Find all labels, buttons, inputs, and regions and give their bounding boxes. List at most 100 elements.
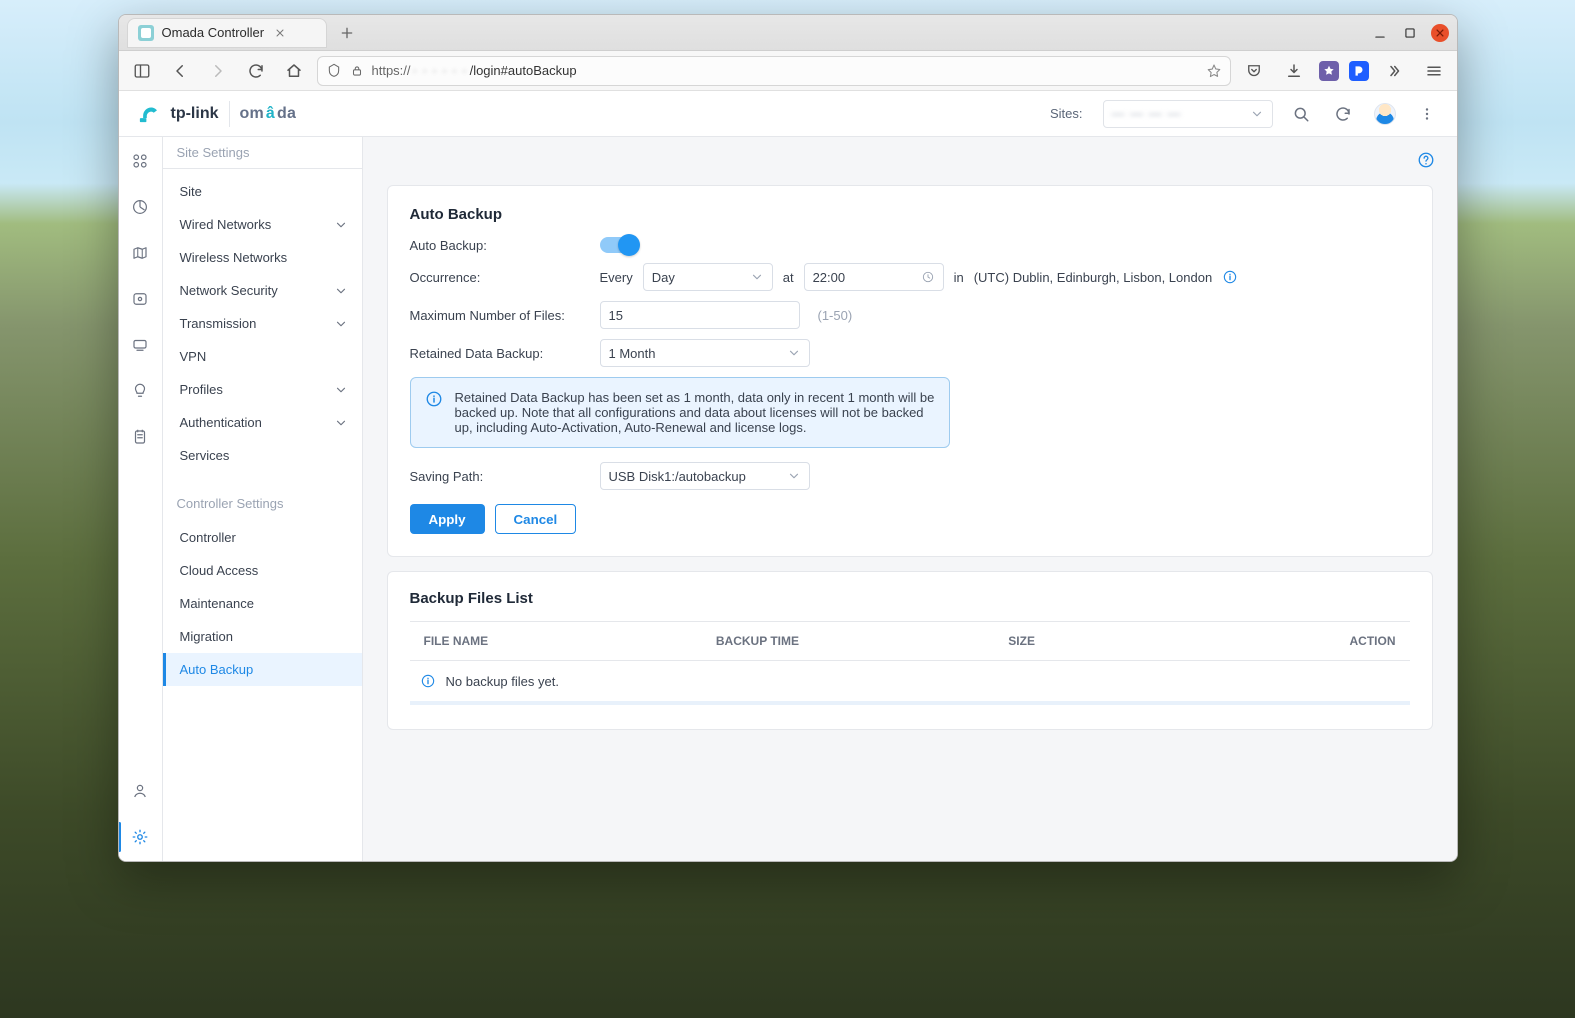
select-value: Day [652,270,675,285]
sidebar-item-label: Services [180,448,230,463]
rail-insight-icon[interactable] [126,377,154,405]
sidebar-item-migration[interactable]: Migration [163,620,362,653]
window-close-icon[interactable] [1431,24,1449,42]
forward-icon[interactable] [203,56,233,86]
row-max-files: Maximum Number of Files: 15 (1-50) [410,301,1410,329]
rail-admin-icon[interactable] [126,777,154,805]
window-minimize-icon[interactable] [1371,24,1389,42]
select-retained[interactable]: 1 Month [600,339,810,367]
brand-text: tp-link [171,105,219,123]
sidebar-item-profiles[interactable]: Profiles [163,373,362,406]
sidebar-item-label: Transmission [180,316,257,331]
rail-log-icon[interactable] [126,423,154,451]
sidebar: Site Settings Site Wired Networks Wirele… [163,137,363,861]
sidebar-item-auto-backup[interactable]: Auto Backup [163,653,362,686]
input-max-files[interactable]: 15 [600,301,800,329]
col-action: ACTION [1206,634,1396,648]
nav-rail [119,137,163,861]
sidebar-item-label: Authentication [180,415,262,430]
brand-separator [229,101,230,127]
sidebar-item-vpn[interactable]: VPN [163,340,362,373]
sidebar-item-wired-networks[interactable]: Wired Networks [163,208,362,241]
site-selected: — — — — [1112,106,1182,121]
info-icon[interactable] [1222,269,1238,285]
pocket-icon[interactable] [1239,56,1269,86]
chevron-down-icon [334,383,348,397]
avatar[interactable] [1371,100,1399,128]
page-title: Auto Backup [410,206,1410,223]
rail-dashboard-icon[interactable] [126,147,154,175]
url-bar[interactable]: https:// · · · · · · /login#autoBackup [317,56,1231,86]
rail-statistics-icon[interactable] [126,193,154,221]
row-occurrence: Occurrence: Every Day at 22:00 [410,263,1410,291]
chevron-down-icon [334,284,348,298]
back-icon[interactable] [165,56,195,86]
table-empty: No backup files yet. [410,661,1410,705]
tab-close-icon[interactable] [272,25,288,41]
search-icon[interactable] [1287,100,1315,128]
rail-clients-icon[interactable] [126,331,154,359]
content-header [363,137,1457,171]
sidebar-item-label: Controller [180,530,236,545]
bookmark-icon[interactable] [1206,63,1222,79]
chevron-down-icon [334,317,348,331]
col-file: FILE NAME [424,634,708,648]
overflow-icon[interactable] [1379,56,1409,86]
app-menu-icon[interactable] [1419,56,1449,86]
url-host: · · · · · · [413,63,468,78]
permissions-icon[interactable] [326,63,342,79]
rail-devices-icon[interactable] [126,285,154,313]
time-input[interactable]: 22:00 [804,263,944,291]
col-time: BACKUP TIME [716,634,1000,648]
cancel-button[interactable]: Cancel [495,504,577,534]
sidebar-item-label: Network Security [180,283,278,298]
input-value: 15 [609,308,623,323]
sidebar-toggle-icon[interactable] [127,56,157,86]
help-icon[interactable] [1415,149,1437,171]
browser-toolbar: https:// · · · · · · /login#autoBackup [119,51,1457,91]
sidebar-item-maintenance[interactable]: Maintenance [163,587,362,620]
rail-map-icon[interactable] [126,239,154,267]
sidebar-item-transmission[interactable]: Transmission [163,307,362,340]
sidebar-item-wireless-networks[interactable]: Wireless Networks [163,241,362,274]
extension-badge-blue[interactable] [1349,61,1369,81]
refresh-icon[interactable] [1329,100,1357,128]
hint-range: (1-50) [818,308,853,323]
info-text: Retained Data Backup has been set as 1 m… [455,390,935,435]
sidebar-item-label: Migration [180,629,233,644]
lock-icon[interactable] [350,64,364,78]
sidebar-item-label: Maintenance [180,596,254,611]
empty-text: No backup files yet. [446,674,559,689]
favicon-icon [138,25,154,41]
site-select[interactable]: — — — — [1103,100,1273,128]
download-icon[interactable] [1279,56,1309,86]
select-value: 1 Month [609,346,656,361]
browser-tab[interactable]: Omada Controller [127,18,327,48]
omada-logo: omâda [240,105,297,123]
rail-settings-icon[interactable] [126,823,154,851]
select-value: USB Disk1:/autobackup [609,469,746,484]
toolbar-right [1239,56,1449,86]
extension-badge-purple[interactable] [1319,61,1339,81]
sidebar-item-site[interactable]: Site [163,175,362,208]
toggle-auto-backup[interactable] [600,237,638,253]
kebab-icon[interactable] [1413,100,1441,128]
sidebar-item-services[interactable]: Services [163,439,362,472]
sidebar-item-cloud-access[interactable]: Cloud Access [163,554,362,587]
sidebar-item-network-security[interactable]: Network Security [163,274,362,307]
sidebar-item-controller[interactable]: Controller [163,521,362,554]
window-maximize-icon[interactable] [1401,24,1419,42]
select-saving-path[interactable]: USB Disk1:/autobackup [600,462,810,490]
url-text: https:// · · · · · · /login#autoBackup [372,63,1198,78]
select-interval[interactable]: Day [643,263,773,291]
reload-icon[interactable] [241,56,271,86]
time-value: 22:00 [813,270,846,285]
chevron-down-icon [1250,107,1264,121]
new-tab-button[interactable] [333,19,361,47]
apply-button[interactable]: Apply [410,504,485,534]
table-header: FILE NAME BACKUP TIME SIZE ACTION [410,622,1410,661]
sidebar-item-authentication[interactable]: Authentication [163,406,362,439]
brand: tp-link omâda [135,101,297,127]
sidebar-list-controller: Controller Cloud Access Maintenance Migr… [163,515,362,698]
home-icon[interactable] [279,56,309,86]
